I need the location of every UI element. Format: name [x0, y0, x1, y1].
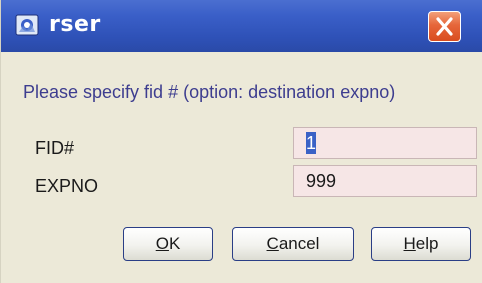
fid-input[interactable]: 1 — [293, 127, 477, 159]
ok-label-rest: K — [168, 234, 181, 253]
close-icon — [436, 17, 453, 36]
help-label-rest: elp — [415, 234, 439, 253]
title-bar[interactable]: rser — [1, 0, 482, 52]
prompt-text: Please specify fid # (option: destinatio… — [23, 82, 396, 102]
close-button[interactable] — [428, 11, 461, 42]
app-icon — [15, 14, 39, 36]
cancel-mnemonic: C — [266, 234, 279, 253]
window-title: rser — [49, 12, 101, 37]
expno-input[interactable]: 999 — [293, 165, 477, 197]
ok-mnemonic: O — [155, 234, 169, 253]
expno-label: EXPNO — [35, 176, 99, 196]
fid-value: 1 — [306, 132, 317, 154]
dialog-window: rser Please specify fid # (option: desti… — [0, 0, 482, 283]
help-mnemonic: H — [403, 234, 416, 253]
cancel-button[interactable]: Cancel — [232, 227, 354, 261]
expno-value: 999 — [306, 171, 337, 191]
help-button[interactable]: Help — [371, 227, 471, 261]
fid-label: FID# — [35, 138, 75, 158]
cancel-label-rest: ancel — [278, 234, 320, 253]
ok-button[interactable]: OK — [123, 227, 213, 261]
